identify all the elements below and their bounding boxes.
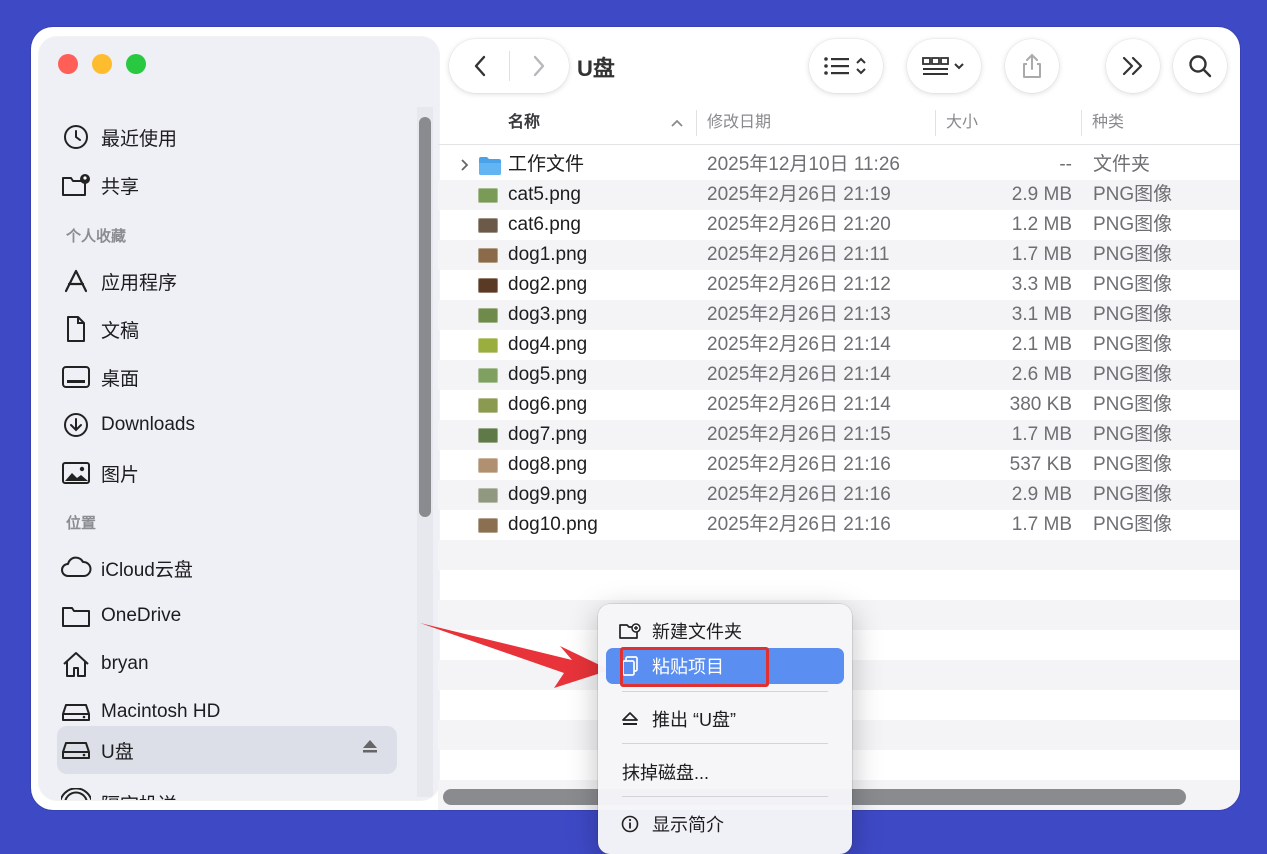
menu-item-new-folder[interactable]: 新建文件夹 <box>606 613 844 649</box>
info-icon <box>616 815 644 833</box>
menu-item-label: 推出 “U盘” <box>652 710 736 730</box>
menu-item-label: 新建文件夹 <box>652 622 742 642</box>
new-folder-icon <box>616 622 644 640</box>
menu-item-label: 显示简介 <box>652 815 724 835</box>
menu-separator <box>622 743 828 744</box>
menu-item-eject[interactable]: 推出 “U盘” <box>606 701 844 737</box>
menu-item-erase-disk[interactable]: 抹掉磁盘... <box>606 754 844 790</box>
annotation-highlight-box <box>620 647 769 687</box>
menu-item-label: 抹掉磁盘... <box>622 763 710 783</box>
menu-item-get-info[interactable]: 显示简介 <box>606 806 844 842</box>
eject-icon <box>616 711 644 727</box>
menu-separator <box>622 691 828 692</box>
menu-separator <box>622 796 828 797</box>
context-menu: 新建文件夹 粘贴项目 推出 “U盘” 抹掉磁盘... 显示简介 <box>598 604 852 854</box>
